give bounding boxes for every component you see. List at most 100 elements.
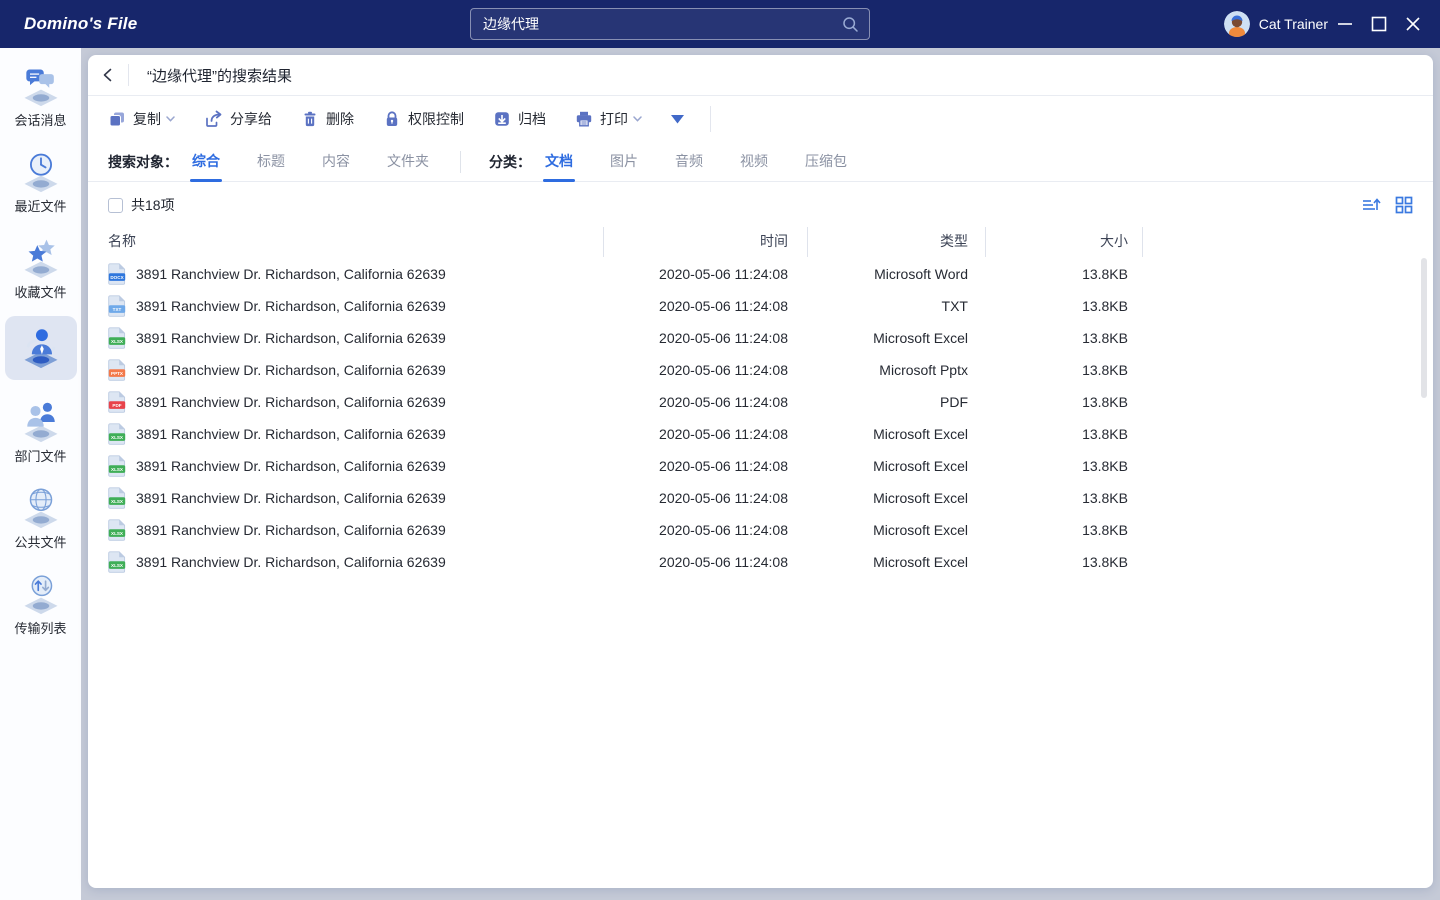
table-row[interactable]: XLSX 3891 Ranchview Dr. Richardson, Cali…	[88, 418, 1433, 450]
sidebar-item-label: 收藏文件	[14, 282, 66, 301]
file-type-label: Microsoft Excel	[807, 426, 985, 442]
svg-text:XLSX: XLSX	[111, 499, 124, 504]
category-tab-3[interactable]: 视频	[740, 142, 768, 182]
table-row[interactable]: XLSX 3891 Ranchview Dr. Richardson, Cali…	[88, 546, 1433, 578]
file-type-icon: PPTX	[108, 359, 126, 381]
file-name: 3891 Ranchview Dr. Richardson, Californi…	[136, 522, 446, 538]
chat-icon	[18, 63, 64, 109]
scope-tab-1[interactable]: 标题	[257, 142, 285, 182]
close-button[interactable]	[1396, 0, 1430, 48]
column-type[interactable]: 类型	[807, 231, 985, 251]
sidebar-item-clock[interactable]: 最近文件	[5, 144, 77, 221]
svg-text:XLSX: XLSX	[111, 339, 124, 344]
person-icon	[18, 325, 64, 371]
column-size[interactable]: 大小	[985, 231, 1143, 251]
file-type-icon: XLSX	[108, 519, 126, 541]
sort-icon[interactable]	[1361, 196, 1381, 214]
scrollbar-thumb[interactable]	[1421, 258, 1427, 398]
table-row[interactable]: XLSX 3891 Ranchview Dr. Richardson, Cali…	[88, 514, 1433, 546]
minimize-button[interactable]	[1328, 0, 1362, 48]
scope-tab-0[interactable]: 综合	[192, 142, 220, 182]
file-size: 13.8KB	[985, 426, 1143, 442]
select-all-checkbox[interactable]	[108, 198, 123, 213]
file-time: 2020-05-06 11:24:08	[603, 330, 807, 346]
svg-text:XLSX: XLSX	[111, 531, 124, 536]
table-row[interactable]: XLSX 3891 Ranchview Dr. Richardson, Cali…	[88, 322, 1433, 354]
category-label: 分类：	[489, 152, 531, 172]
file-name: 3891 Ranchview Dr. Richardson, Californi…	[136, 298, 446, 314]
category-tab-2[interactable]: 音频	[675, 142, 703, 182]
file-name: 3891 Ranchview Dr. Richardson, Californi…	[136, 490, 446, 506]
file-size: 13.8KB	[985, 266, 1143, 282]
column-time[interactable]: 时间	[603, 231, 807, 251]
file-time: 2020-05-06 11:24:08	[603, 426, 807, 442]
page-title: “边缘代理”的搜索结果	[147, 65, 292, 86]
svg-text:TXT: TXT	[113, 307, 122, 312]
sidebar-item-label: 会话消息	[14, 110, 66, 129]
sidebar-item-people[interactable]: 部门文件	[5, 394, 77, 471]
table-row[interactable]: DOCX 3891 Ranchview Dr. Richardson, Cali…	[88, 258, 1433, 290]
filter-group-divider	[460, 151, 461, 173]
toolbar: 复制 分享给 删除 权限控制 归档 打印	[88, 96, 1433, 142]
archive-button[interactable]: 归档	[493, 109, 546, 129]
column-name[interactable]: 名称	[88, 231, 603, 251]
svg-text:XLSX: XLSX	[111, 467, 124, 472]
table-row[interactable]: TXT 3891 Ranchview Dr. Richardson, Calif…	[88, 290, 1433, 322]
titlebar: Domino's File Cat Trainer	[0, 0, 1440, 48]
global-search[interactable]	[470, 8, 870, 40]
archive-icon	[493, 110, 511, 128]
svg-text:XLSX: XLSX	[111, 435, 124, 440]
scope-tab-3[interactable]: 文件夹	[387, 142, 429, 182]
lock-icon	[383, 110, 401, 128]
count-row: 共18项	[88, 186, 1433, 224]
sidebar-item-label: 公共文件	[14, 532, 66, 551]
sidebar-item-chat[interactable]: 会话消息	[5, 58, 77, 135]
file-type-icon: TXT	[108, 295, 126, 317]
table-row[interactable]: XLSX 3891 Ranchview Dr. Richardson, Cali…	[88, 450, 1433, 482]
svg-text:PPTX: PPTX	[111, 371, 124, 376]
table-row[interactable]: PDF 3891 Ranchview Dr. Richardson, Calif…	[88, 386, 1433, 418]
trash-button[interactable]: 删除	[301, 109, 354, 129]
file-type-label: PDF	[807, 394, 985, 410]
back-button[interactable]	[88, 55, 128, 96]
globe-icon	[18, 485, 64, 531]
file-type-label: Microsoft Excel	[807, 330, 985, 346]
file-size: 13.8KB	[985, 330, 1143, 346]
search-input[interactable]	[483, 16, 842, 32]
file-time: 2020-05-06 11:24:08	[603, 522, 807, 538]
sidebar-item-star[interactable]: 收藏文件	[5, 230, 77, 307]
more-actions-button[interactable]	[671, 115, 684, 124]
sidebar-item-transfer[interactable]: 传输列表	[5, 566, 77, 643]
file-time: 2020-05-06 11:24:08	[603, 266, 807, 282]
grid-view-icon[interactable]	[1395, 196, 1413, 214]
sidebar-item-person[interactable]	[5, 316, 77, 380]
svg-text:PDF: PDF	[112, 403, 121, 408]
print-button[interactable]: 打印	[575, 109, 642, 129]
table-row[interactable]: PPTX 3891 Ranchview Dr. Richardson, Cali…	[88, 354, 1433, 386]
scope-label: 搜索对象：	[108, 152, 178, 172]
file-time: 2020-05-06 11:24:08	[603, 362, 807, 378]
sidebar: 会话消息 最近文件 收藏文件 部门文件 公共文件 传输列表	[0, 48, 81, 900]
file-type-label: Microsoft Excel	[807, 522, 985, 538]
avatar[interactable]	[1224, 11, 1250, 37]
app-title: Domino's File	[24, 14, 137, 34]
item-count: 共18项	[131, 195, 175, 215]
sidebar-item-label: 部门文件	[14, 446, 66, 465]
category-tab-1[interactable]: 图片	[610, 142, 638, 182]
magnifier-icon[interactable]	[842, 16, 859, 33]
sidebar-item-globe[interactable]: 公共文件	[5, 480, 77, 557]
table-row[interactable]: XLSX 3891 Ranchview Dr. Richardson, Cali…	[88, 482, 1433, 514]
category-tab-0[interactable]: 文档	[545, 142, 573, 182]
file-name: 3891 Ranchview Dr. Richardson, Californi…	[136, 330, 446, 346]
lock-button[interactable]: 权限控制	[383, 109, 464, 129]
scope-tab-2[interactable]: 内容	[322, 142, 350, 182]
category-tab-4[interactable]: 压缩包	[805, 142, 847, 182]
file-time: 2020-05-06 11:24:08	[603, 458, 807, 474]
user-name[interactable]: Cat Trainer	[1259, 16, 1328, 32]
maximize-button[interactable]	[1362, 0, 1396, 48]
file-size: 13.8KB	[985, 458, 1143, 474]
file-type-icon: XLSX	[108, 487, 126, 509]
copy-button[interactable]: 复制	[108, 109, 175, 129]
share-button[interactable]: 分享给	[204, 109, 272, 129]
table-header: 名称 时间 类型 大小	[88, 224, 1433, 258]
